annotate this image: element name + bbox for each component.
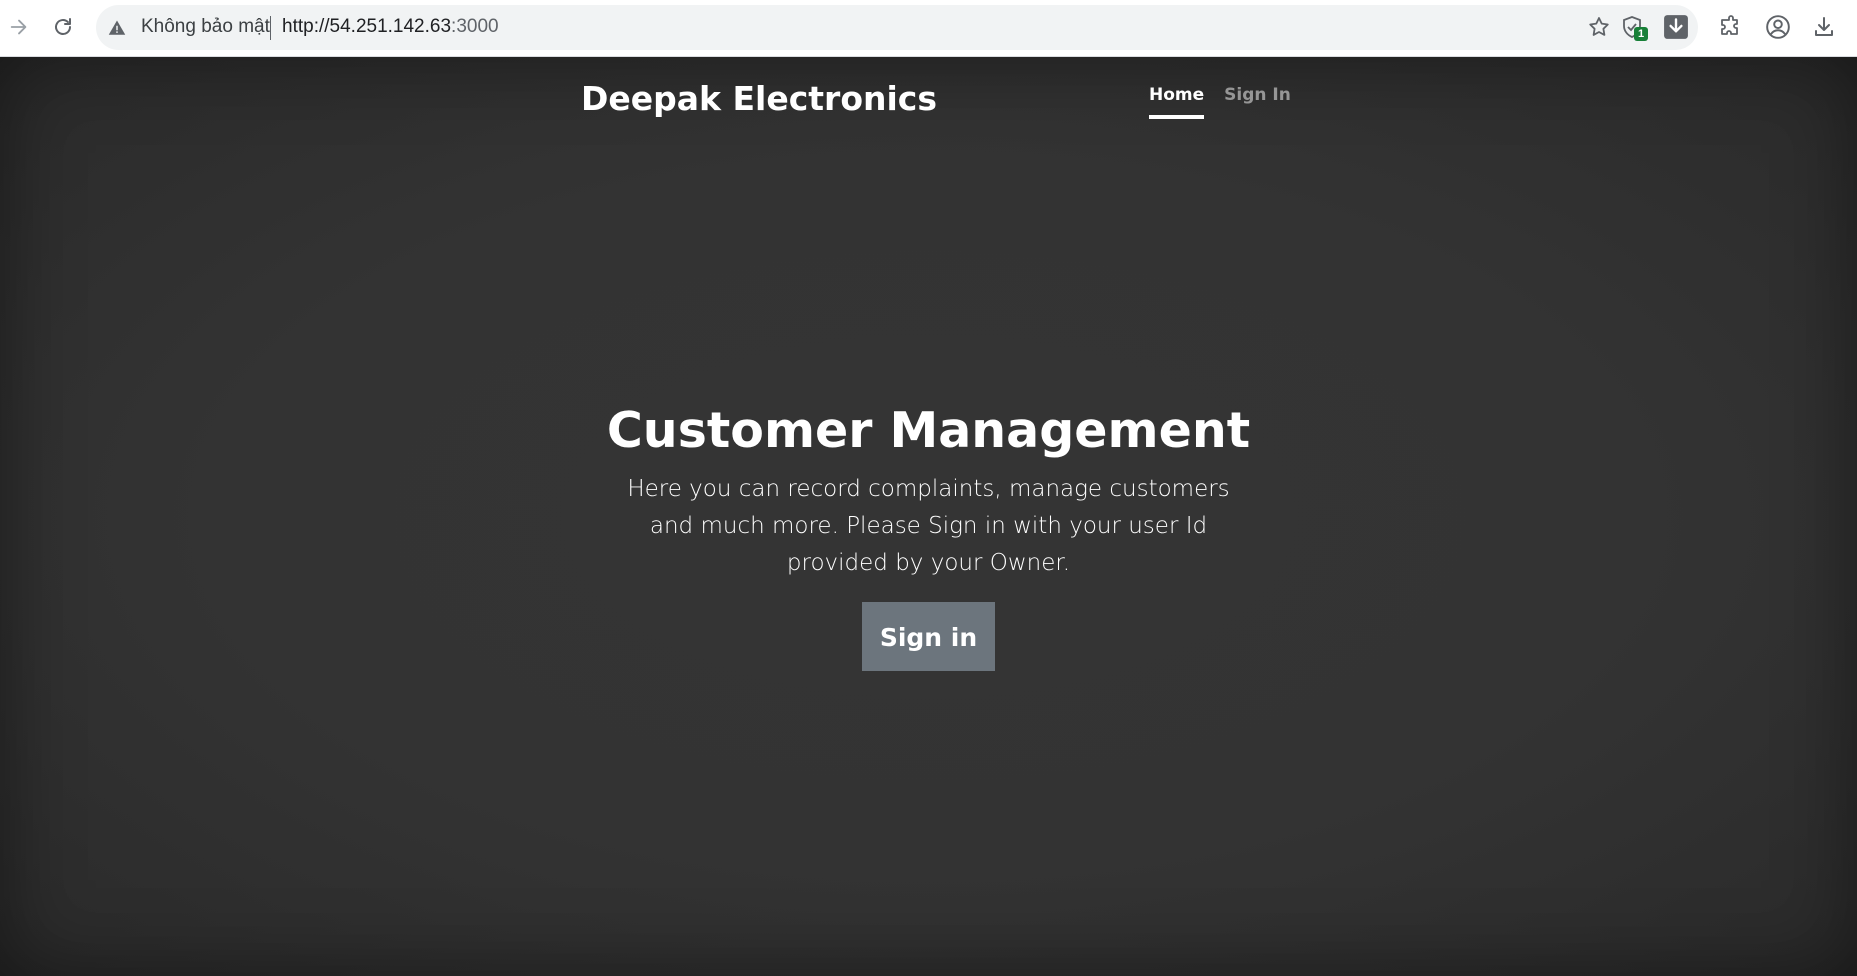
sign-in-button[interactable]: Sign in — [862, 601, 995, 671]
nav-link-home[interactable]: Home — [1149, 85, 1205, 119]
omnibox-divider — [270, 16, 271, 40]
forward-icon[interactable] — [2, 10, 36, 44]
nav-link-sign-in[interactable]: Sign In — [1224, 85, 1291, 119]
profile-avatar-icon[interactable] — [1762, 11, 1794, 43]
url-host: http://54.251.142.63 — [282, 16, 452, 37]
security-status-label[interactable]: Không bảo mật — [141, 16, 270, 38]
browser-toolbar: Không bảo mật http://54.251.142.63:3000 … — [0, 0, 1857, 57]
extension-badge: 1 — [1634, 27, 1648, 41]
hero-description: Here you can record complaints, manage c… — [627, 475, 1230, 576]
page-title: Customer Management — [606, 402, 1251, 459]
site-nav: Home Sign In — [1149, 85, 1291, 119]
site-brand[interactable]: Deepak Electronics — [581, 79, 937, 118]
download-extension-icon[interactable] — [1660, 11, 1692, 43]
hero-section: Customer Management Here you can record … — [0, 402, 1857, 671]
url-port: :3000 — [451, 16, 499, 37]
downloads-icon[interactable] — [1808, 11, 1840, 43]
warning-icon[interactable] — [108, 19, 126, 37]
reload-icon[interactable] — [46, 10, 80, 44]
bookmark-star-icon[interactable] — [1583, 11, 1615, 43]
url-text[interactable]: http://54.251.142.63:3000 — [282, 16, 499, 38]
page-content: Deepak Electronics Home Sign In Customer… — [0, 57, 1857, 976]
extension-shield-icon[interactable]: 1 — [1616, 11, 1648, 43]
extensions-puzzle-icon[interactable] — [1715, 11, 1747, 43]
address-bar[interactable]: Không bảo mật http://54.251.142.63:3000 — [96, 5, 1698, 50]
